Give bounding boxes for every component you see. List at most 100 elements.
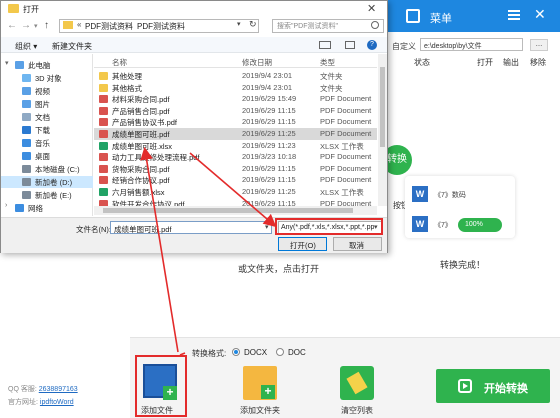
refresh-icon[interactable]: ↻ xyxy=(249,19,257,30)
browse-path-button[interactable]: … xyxy=(530,39,548,51)
column-status: 状态 xyxy=(414,58,430,67)
breadcrumb-separator-icon[interactable]: › xyxy=(129,20,132,29)
new-folder-button[interactable]: 新建文件夹 xyxy=(52,41,92,52)
format-label: 转换格式: xyxy=(192,349,227,358)
dialog-close-icon[interactable]: ✕ xyxy=(367,2,376,15)
custom-output-label[interactable]: 自定义 xyxy=(392,41,416,52)
file-row[interactable]: 六月销售额.xlsx 2019/6/29 11:25 XLSX 工作表 xyxy=(94,186,377,198)
up-arrow-icon[interactable]: ↑ xyxy=(44,20,49,31)
tree-item[interactable]: 文档 xyxy=(1,111,93,123)
computer-icon xyxy=(15,61,24,69)
file-row[interactable]: 动力工具维修处理流程.pdf 2019/3/23 10:18 PDF Documen… xyxy=(94,151,377,163)
clear-list-icon[interactable] xyxy=(340,366,374,400)
file-name: 动力工具维修处理流程.pdf xyxy=(112,153,200,163)
tree-item[interactable]: 3D 对象 xyxy=(1,72,93,84)
qq-link[interactable]: 2638897163 xyxy=(39,386,78,393)
file-row[interactable]: 其他格式 2019/9/4 23:01 文件夹 xyxy=(94,82,377,94)
history-dropdown-icon[interactable]: ▾ xyxy=(34,22,38,30)
tree-item-label: 新加卷 (E:) xyxy=(35,191,72,200)
file-date: 2019/6/29 11:25 xyxy=(242,129,296,138)
output-path-field[interactable]: e:\desktop\by\文件 xyxy=(420,38,523,51)
hamburger-menu-icon[interactable] xyxy=(508,10,520,20)
file-type: 文件夹 xyxy=(320,72,343,81)
tree-item[interactable]: 下载 xyxy=(1,124,93,136)
format-doc-label[interactable]: DOC xyxy=(288,348,306,357)
file-list-header: 名称 修改日期 类型 xyxy=(94,54,377,68)
tree-item[interactable]: 本地磁盘 (C:) xyxy=(1,163,93,175)
tree-item[interactable]: 新加卷 (E:) xyxy=(1,189,93,201)
tree-item[interactable]: › 网络 xyxy=(1,202,93,214)
file-row[interactable]: 成绩单图可班.xlsx 2019/6/29 11:23 XLSX 工作表 xyxy=(94,140,377,152)
format-doc-radio[interactable] xyxy=(276,348,284,356)
pdf-file-icon xyxy=(99,153,108,162)
file-row[interactable]: 软件开发合作协议.pdf 2019/6/29 11:15 PDF Document xyxy=(94,198,377,206)
tree-item-label: 图片 xyxy=(35,100,50,109)
network-icon xyxy=(15,204,24,212)
view-options-icon[interactable] xyxy=(319,41,331,49)
file-name: 材料采购合同.pdf xyxy=(112,95,170,105)
column-output: 输出 xyxy=(503,58,519,67)
drive-icon xyxy=(22,191,31,199)
open-button-label[interactable]: 打开(O) xyxy=(290,240,316,251)
filename-value[interactable]: 成绩单图可班.pdf xyxy=(114,224,172,235)
excel-file-icon xyxy=(99,188,108,196)
menu-label[interactable]: 菜单 xyxy=(430,10,452,26)
file-row[interactable]: 材料采购合同.pdf 2019/6/29 15:49 PDF Document xyxy=(94,93,377,105)
close-icon[interactable]: ✕ xyxy=(534,6,546,23)
file-row[interactable]: 货物采购合同.pdf 2019/6/29 11:15 PDF Document xyxy=(94,163,377,175)
site-label: 官方网址: xyxy=(8,399,38,406)
expand-chevron-icon[interactable]: ▾ xyxy=(5,59,9,67)
file-name: 其他处理 xyxy=(112,72,142,81)
folder-icon xyxy=(8,4,19,13)
cancel-button-label[interactable]: 取消 xyxy=(349,240,364,251)
tree-item[interactable]: 音乐 xyxy=(1,137,93,149)
file-row[interactable]: 成绩单图可班.pdf 2019/6/29 11:25 PDF Document xyxy=(94,128,377,140)
help-icon[interactable]: ? xyxy=(367,40,377,50)
horizontal-scroll-thumb[interactable] xyxy=(103,208,353,213)
tree-item[interactable]: 桌面 xyxy=(1,150,93,162)
file-row[interactable]: 其他处理 2019/9/4 23:01 文件夹 xyxy=(94,70,377,82)
organize-button[interactable]: 组织 ▾ xyxy=(15,41,37,52)
address-dropdown-icon[interactable]: ▾ xyxy=(237,20,241,28)
tree-item[interactable]: 视频 xyxy=(1,85,93,97)
dialog-title: 打开 xyxy=(23,5,39,14)
tree-item[interactable]: 新加卷 (D:) xyxy=(1,176,93,188)
expand-chevron-icon[interactable]: › xyxy=(5,202,7,209)
start-convert-label[interactable]: 开始转换 xyxy=(484,380,528,396)
column-type[interactable]: 类型 xyxy=(320,57,335,68)
file-date: 2019/6/29 11:15 xyxy=(242,198,296,206)
preview-pane-icon[interactable] xyxy=(345,41,355,49)
site-link[interactable]: ipdftoWord xyxy=(40,399,74,406)
tree-item[interactable]: ▾ 此电脑 xyxy=(1,59,93,71)
file-name: 经销合作协议.pdf xyxy=(112,176,170,186)
column-date[interactable]: 修改日期 xyxy=(242,57,272,68)
add-folder-icon[interactable] xyxy=(243,366,277,400)
vertical-scroll-thumb[interactable] xyxy=(380,67,385,147)
forward-arrow-icon[interactable]: → xyxy=(21,20,31,31)
breadcrumb-item[interactable]: PDF测试资料 xyxy=(85,21,133,32)
tree-item-label: 此电脑 xyxy=(28,61,51,70)
file-row[interactable]: 产品销售协议书.pdf 2019/6/29 11:15 PDF Document xyxy=(94,116,377,128)
doc-card-text: 《7》 xyxy=(434,222,452,229)
file-row[interactable]: 经销合作协议.pdf 2019/6/29 11:15 PDF Document xyxy=(94,174,377,186)
file-row[interactable]: 产品销售合同.pdf 2019/6/29 11:15 PDF Document xyxy=(94,105,377,117)
format-docx-radio[interactable] xyxy=(232,348,240,356)
add-folder-button[interactable]: 添加文件夹 xyxy=(240,405,280,416)
filename-dropdown-icon[interactable]: ▾ xyxy=(265,223,269,231)
tree-item-label: 新加卷 (D:) xyxy=(35,178,73,187)
format-docx-label[interactable]: DOCX xyxy=(244,348,267,357)
tree-item[interactable]: 图片 xyxy=(1,98,93,110)
back-arrow-icon[interactable]: ← xyxy=(7,20,17,31)
file-type: PDF Document xyxy=(320,117,372,127)
search-icon[interactable] xyxy=(371,21,379,29)
breadcrumb-item[interactable]: PDF测试资料 xyxy=(137,21,185,32)
column-remove: 移除 xyxy=(530,58,546,67)
tree-item-label: 桌面 xyxy=(35,152,50,161)
file-table-header: 状态 打开 输出 移除 xyxy=(380,57,560,69)
column-name[interactable]: 名称 xyxy=(112,57,127,68)
file-type-highlight-box xyxy=(275,218,383,235)
file-type: PDF Document xyxy=(320,175,372,185)
clear-list-button[interactable]: 清空列表 xyxy=(341,405,373,416)
breadcrumb-chevron-icon[interactable]: « xyxy=(77,20,81,29)
drive-icon xyxy=(22,165,31,173)
